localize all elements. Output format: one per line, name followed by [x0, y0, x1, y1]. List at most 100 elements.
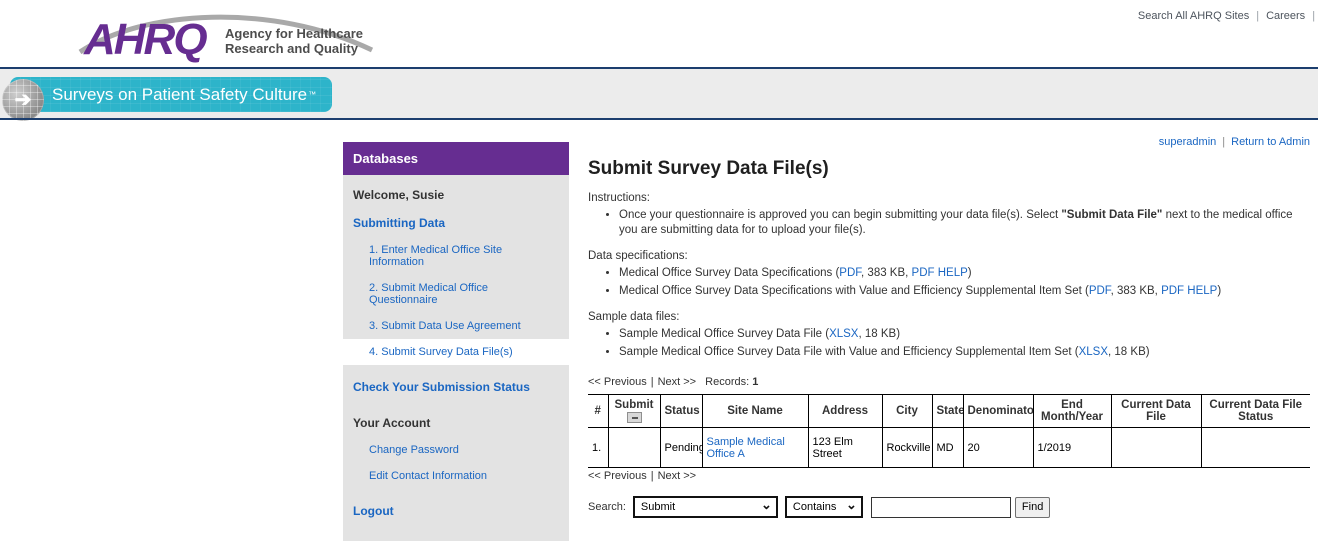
site-name-link[interactable]: Sample Medical Office A: [707, 436, 785, 460]
agency-tagline: Agency for Healthcare Research and Quali…: [225, 26, 363, 56]
utility-separator: |: [1256, 10, 1259, 22]
cell-city: Rockville: [882, 428, 932, 468]
spec-text: Medical Office Survey Data Specification…: [619, 267, 839, 279]
col-header-status: Status: [660, 395, 702, 428]
col-header-submit: Submit: [608, 395, 660, 428]
return-to-admin-link[interactable]: Return to Admin: [1231, 136, 1310, 148]
cell-num: 1.: [588, 428, 608, 468]
link-careers[interactable]: Careers: [1266, 10, 1305, 22]
sidebar-item-check-submission-status[interactable]: Check Your Submission Status: [343, 373, 569, 401]
sample-item: Sample Medical Office Survey Data File w…: [619, 345, 1310, 360]
cell-end-month-year: 1/2019: [1033, 428, 1111, 468]
sidebar-item-edit-contact-information[interactable]: Edit Contact Information: [343, 463, 569, 489]
pdf-link[interactable]: PDF: [839, 267, 861, 279]
link-search-all-ahrq-sites[interactable]: Search All AHRQ Sites: [1138, 10, 1249, 22]
col-header-label: Status: [665, 405, 700, 417]
col-header-address: Address: [808, 395, 882, 428]
col-header-label: Current Data File Status: [1209, 399, 1302, 423]
sidebar-item-change-password[interactable]: Change Password: [343, 437, 569, 463]
col-header-label: City: [896, 405, 918, 417]
spec-filesize: , 383 KB,: [861, 267, 912, 279]
previous-link[interactable]: << Previous: [588, 376, 647, 388]
sidebar-item-step3-data-use-agreement[interactable]: 3. Submit Data Use Agreement: [343, 313, 569, 339]
banner-title: Surveys on Patient Safety Culture: [52, 85, 307, 105]
instructions-label: Instructions:: [588, 192, 1310, 204]
sort-glyph: [632, 417, 638, 419]
col-header-current-data-file-status: Current Data File Status: [1201, 395, 1310, 428]
welcome-message: Welcome, Susie: [343, 181, 569, 209]
sidebar-item-logout[interactable]: Logout: [343, 497, 569, 525]
instruction-item: Once your questionnaire is approved you …: [619, 208, 1310, 238]
pagination-separator: |: [651, 470, 654, 482]
cell-submit: [608, 428, 660, 468]
submissions-table: # Submit Status Site Name Address City S…: [588, 394, 1310, 468]
logo-text: AHRQ: [83, 15, 207, 64]
sops-banner: ➔ Surveys on Patient Safety Culture™: [10, 77, 332, 112]
find-button[interactable]: Find: [1015, 497, 1050, 518]
main-content: superadmin|Return to Admin Submit Survey…: [588, 136, 1310, 518]
xlsx-link[interactable]: XLSX: [1079, 346, 1108, 358]
col-header-label: Submit: [615, 399, 654, 411]
submit-sort-button[interactable]: [627, 412, 642, 423]
records-count: 1: [752, 376, 758, 388]
utility-nav: Search All AHRQ Sites|Careers|C: [1138, 10, 1318, 22]
sample-text: Sample Medical Office Survey Data File (: [619, 328, 829, 340]
col-header-label: State: [937, 405, 964, 417]
instruction-bold-text: "Submit Data File": [1061, 209, 1162, 221]
search-field-select-wrap: Submit ⌄: [633, 496, 778, 518]
sample-files-list: Sample Medical Office Survey Data File (…: [588, 327, 1310, 360]
spec-text-end: ): [968, 267, 972, 279]
sidebar-heading-your-account: Your Account: [343, 409, 569, 437]
sample-text: Sample Medical Office Survey Data File w…: [619, 346, 1079, 358]
pdf-help-link[interactable]: PDF HELP: [1161, 285, 1217, 297]
cell-address: 123 Elm Street: [808, 428, 882, 468]
next-link[interactable]: Next >>: [658, 376, 697, 388]
col-header-site-name: Site Name: [702, 395, 808, 428]
admin-bar: superadmin|Return to Admin: [588, 136, 1310, 150]
col-header-label: End Month/Year: [1041, 399, 1103, 423]
pdf-help-link[interactable]: PDF HELP: [912, 267, 968, 279]
data-specs-label: Data specifications:: [588, 250, 1310, 262]
sidebar-item-step1-site-information[interactable]: 1. Enter Medical Office Site Information: [343, 237, 569, 275]
banner-divider: [0, 118, 1318, 120]
xlsx-link[interactable]: XLSX: [829, 328, 858, 340]
spec-item: Medical Office Survey Data Specification…: [619, 266, 1310, 281]
cell-status: Pending: [660, 428, 702, 468]
instructions-list: Once your questionnaire is approved you …: [588, 208, 1310, 238]
pdf-link[interactable]: PDF: [1089, 285, 1111, 297]
next-link[interactable]: Next >>: [658, 470, 697, 482]
spec-text: Medical Office Survey Data Specification…: [619, 285, 1089, 297]
data-specs-list: Medical Office Survey Data Specification…: [588, 266, 1310, 299]
col-header-current-data-file: Current Data File: [1111, 395, 1201, 428]
globe-arrow-icon: ➔: [2, 79, 44, 121]
sidebar-item-step2-questionnaire[interactable]: 2. Submit Medical Office Questionnaire: [343, 275, 569, 313]
search-operator-select[interactable]: Contains: [785, 496, 863, 518]
sample-files-label: Sample data files:: [588, 311, 1310, 323]
search-field-select[interactable]: Submit: [633, 496, 778, 518]
instruction-text: Once your questionnaire is approved you …: [619, 209, 1061, 221]
spec-filesize: , 383 KB,: [1111, 285, 1162, 297]
trademark-symbol: ™: [308, 90, 316, 99]
col-header-label: Site Name: [727, 405, 783, 417]
spec-text-end: ): [1217, 285, 1221, 297]
pagination-bottom: << Previous | Next >>: [588, 470, 1310, 482]
table-row: 1. Pending Sample Medical Office A 123 E…: [588, 428, 1310, 468]
search-input[interactable]: [871, 497, 1011, 518]
sample-item: Sample Medical Office Survey Data File (…: [619, 327, 1310, 342]
search-operator-select-wrap: Contains ⌄: [785, 496, 863, 518]
search-label: Search:: [588, 501, 626, 513]
sidebar-item-submitting-data[interactable]: Submitting Data: [343, 209, 569, 237]
col-header-state: State: [932, 395, 963, 428]
col-header-denominator: Denominator: [963, 395, 1033, 428]
sidebar-body: Welcome, Susie Submitting Data 1. Enter …: [343, 175, 569, 541]
records-label: Records:: [705, 376, 749, 388]
col-header-label: Denominator: [968, 405, 1034, 417]
banner-strip: ➔ Surveys on Patient Safety Culture™: [0, 69, 1318, 118]
table-header-row: # Submit Status Site Name Address City S…: [588, 395, 1310, 428]
sidebar-item-step4-submit-data-files[interactable]: 4. Submit Survey Data File(s): [343, 339, 569, 365]
superadmin-link[interactable]: superadmin: [1159, 136, 1216, 148]
cell-denominator: 20: [963, 428, 1033, 468]
previous-link[interactable]: << Previous: [588, 470, 647, 482]
pagination-top: << Previous|Next >> Records: 1: [588, 376, 1310, 388]
arrow-glyph: ➔: [15, 90, 32, 110]
